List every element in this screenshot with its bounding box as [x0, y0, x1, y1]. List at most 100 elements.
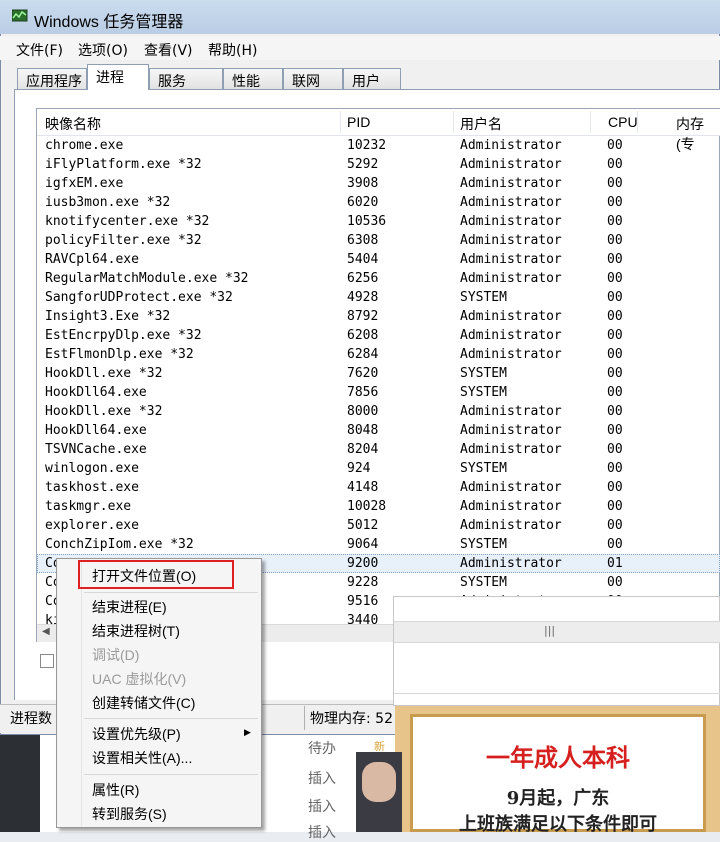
column-separator[interactable] — [453, 111, 454, 133]
cell-user: Administrator — [460, 271, 562, 286]
column-header-pid[interactable]: PID — [347, 114, 370, 130]
column-header-cpu[interactable]: CPU — [608, 114, 638, 130]
cell-cpu: 00 — [607, 176, 623, 191]
table-row[interactable]: explorer.exe 5012 Administrator 00 — [37, 516, 720, 535]
cell-image-name: iFlyPlatform.exe *32 — [45, 157, 202, 172]
cell-user: Administrator — [460, 195, 562, 210]
tab-users[interactable]: 用户 — [343, 68, 401, 90]
cell-user: SYSTEM — [460, 461, 507, 476]
column-separator[interactable] — [590, 111, 591, 133]
menu-properties[interactable]: 属性(R) — [92, 780, 139, 800]
ad-photo-face — [362, 762, 396, 802]
cell-user: SYSTEM — [460, 290, 507, 305]
menu-end-process-tree[interactable]: 结束进程树(T) — [92, 621, 180, 641]
cell-cpu: 00 — [607, 347, 623, 362]
cell-cpu: 00 — [607, 385, 623, 400]
cell-user: Administrator — [460, 214, 562, 229]
cell-pid: 8204 — [347, 442, 379, 457]
ad-line2: 上班族满足以下条件即可 — [459, 814, 657, 835]
menu-set-priority[interactable]: 设置优先级(P) — [92, 724, 181, 744]
cell-user: SYSTEM — [460, 385, 507, 400]
cell-user: Administrator — [460, 518, 562, 533]
cell-user: Administrator — [460, 347, 562, 362]
table-row[interactable]: SangforUDProtect.exe *32 4928 SYSTEM 00 — [37, 288, 720, 307]
scroll-left-icon[interactable]: ◀ — [42, 626, 50, 637]
cell-image-name: winlogon.exe — [45, 461, 139, 476]
background-text: 插入 — [308, 799, 336, 815]
table-row[interactable]: HookDll.exe *32 7620 SYSTEM 00 — [37, 364, 720, 383]
cell-cpu: 00 — [607, 423, 623, 438]
table-row[interactable]: HookDll64.exe 7856 SYSTEM 00 — [37, 383, 720, 402]
table-row[interactable]: TSVNCache.exe 8204 Administrator 00 — [37, 440, 720, 459]
menu-debug: 调试(D) — [92, 647, 140, 663]
tab-performance[interactable]: 性能 — [223, 68, 283, 90]
tab-networking[interactable]: 联网 — [283, 68, 343, 90]
table-row[interactable]: ConchZipIom.exe *32 9064 SYSTEM 00 — [37, 535, 720, 554]
menu-set-affinity[interactable]: 设置相关性(A)... — [92, 748, 192, 768]
table-row[interactable]: igfxEM.exe 3908 Administrator 00 — [37, 174, 720, 193]
table-row[interactable]: iusb3mon.exe *32 6020 Administrator 00 — [37, 193, 720, 212]
window-title: Windows 任务管理器 — [34, 14, 184, 31]
menu-separator — [84, 718, 258, 719]
cell-image-name: EstFlmonDlp.exe *32 — [45, 347, 194, 362]
cell-cpu: 00 — [607, 328, 623, 343]
table-row[interactable]: policyFilter.exe *32 6308 Administrator 00 — [37, 231, 720, 250]
table-row[interactable]: EstFlmonDlp.exe *32 6284 Administrator 00 — [37, 345, 720, 364]
table-row[interactable]: EstEncrpyDlp.exe *32 6208 Administrator 00 — [37, 326, 720, 345]
cell-image-name: HookDll.exe *32 — [45, 366, 163, 381]
cell-cpu: 00 — [607, 537, 623, 552]
cell-pid: 7856 — [347, 385, 379, 400]
table-row[interactable]: HookDll64.exe 8048 Administrator 00 — [37, 421, 720, 440]
menu-help[interactable]: 帮助(H) — [208, 40, 257, 60]
menu-view[interactable]: 查看(V) — [144, 40, 193, 60]
table-row[interactable]: winlogon.exe 924 SYSTEM 00 — [37, 459, 720, 478]
table-row[interactable]: RegularMatchModule.exe *32 6256 Administra… — [37, 269, 720, 288]
table-row[interactable]: chrome.exe 10232 Administrator 00 — [37, 136, 720, 155]
cell-cpu: 00 — [607, 271, 623, 286]
table-row[interactable]: knotifycenter.exe *32 10536 Administrator 0… — [37, 212, 720, 231]
overlay-scrollbar[interactable] — [394, 621, 720, 643]
table-row[interactable]: iFlyPlatform.exe *32 5292 Administrator 00 — [37, 155, 720, 174]
table-row[interactable]: Insight3.Exe *32 8792 Administrator 00 — [37, 307, 720, 326]
menu-uac-virtualization: UAC 虚拟化(V) — [92, 671, 187, 687]
background-text: 插入 — [308, 771, 336, 787]
tab-services[interactable]: 服务 — [149, 68, 223, 90]
menu-create-dump[interactable]: 创建转储文件(C) — [92, 693, 195, 713]
cell-image-name: Insight3.Exe *32 — [45, 309, 171, 324]
cell-user: Administrator — [460, 499, 562, 514]
cell-cpu: 01 — [607, 556, 623, 571]
cell-pid: 924 — [347, 461, 371, 476]
column-separator[interactable] — [637, 111, 638, 133]
cell-image-name: taskmgr.exe — [45, 499, 132, 514]
tab-processes[interactable]: 进程 — [87, 64, 149, 90]
cell-user: SYSTEM — [460, 537, 507, 552]
menu-open-file-location[interactable]: 打开文件位置(O) — [92, 566, 196, 586]
cell-user: Administrator — [460, 404, 562, 419]
cell-image-name: SangforUDProtect.exe *32 — [45, 290, 233, 305]
column-separator[interactable] — [340, 111, 341, 133]
menu-end-process[interactable]: 结束进程(E) — [92, 597, 167, 617]
cell-cpu: 00 — [607, 442, 623, 457]
table-row[interactable]: RAVCpl64.exe 5404 Administrator 00 — [37, 250, 720, 269]
cell-pid: 9064 — [347, 537, 379, 552]
cell-user: Administrator — [460, 328, 562, 343]
menu-file[interactable]: 文件(F) — [16, 40, 63, 60]
cell-cpu: 00 — [607, 518, 623, 533]
cell-cpu: 00 — [607, 233, 623, 248]
table-row[interactable]: taskmgr.exe 10028 Administrator 00 — [37, 497, 720, 516]
cell-user: Administrator — [460, 442, 562, 457]
tab-applications[interactable]: 应用程序 — [17, 68, 87, 90]
table-row[interactable]: taskhost.exe 4148 Administrator 00 — [37, 478, 720, 497]
cell-pid: 6208 — [347, 328, 379, 343]
cell-pid: 8000 — [347, 404, 379, 419]
column-header-image-name[interactable]: 映像名称 — [45, 114, 101, 134]
column-header-user[interactable]: 用户名 — [460, 114, 502, 134]
show-all-processes-checkbox[interactable] — [40, 654, 54, 668]
table-row[interactable]: HookDll.exe *32 8000 Administrator 00 — [37, 402, 720, 421]
scroll-grip-icon[interactable]: ||| — [544, 624, 555, 637]
cell-pid: 8048 — [347, 423, 379, 438]
menu-go-to-service[interactable]: 转到服务(S) — [92, 804, 167, 824]
overlay-window — [393, 596, 720, 706]
cell-pid: 8792 — [347, 309, 379, 324]
menu-options[interactable]: 选项(O) — [78, 40, 128, 60]
